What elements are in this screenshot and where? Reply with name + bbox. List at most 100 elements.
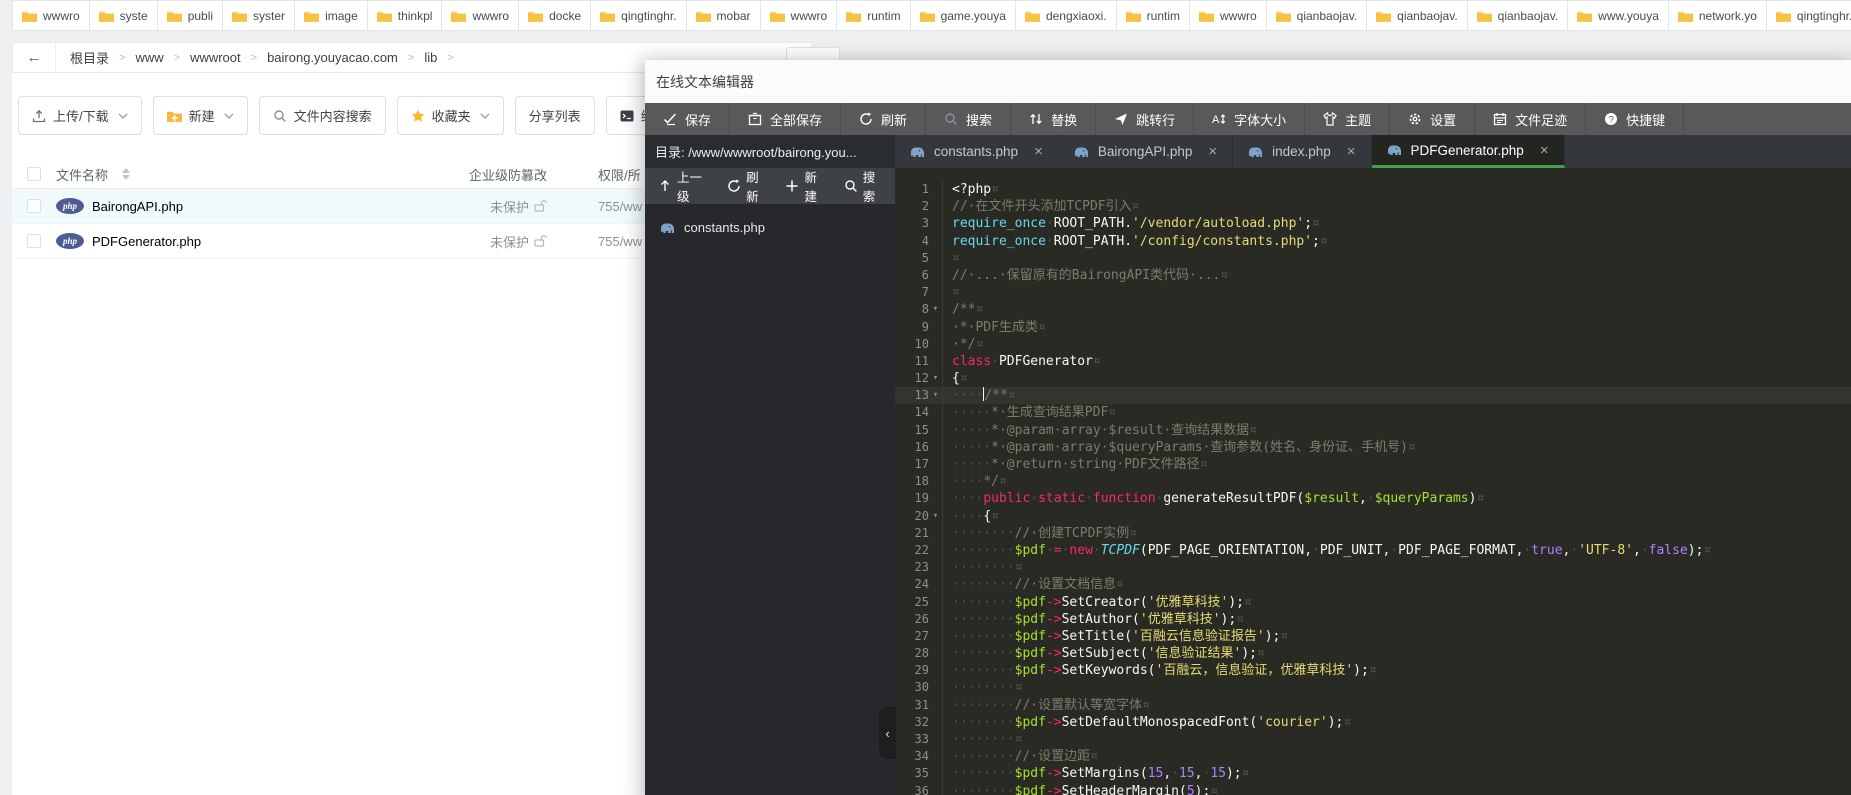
editor-toolbar-保存[interactable]: 保存 bbox=[645, 103, 730, 135]
sidebar-action-搜索[interactable]: 搜索 bbox=[844, 167, 882, 205]
font-size-icon[interactable]: A bbox=[1212, 112, 1226, 126]
code-line[interactable]: 13▾····/**¤ bbox=[895, 387, 1851, 404]
folder-icon[interactable] bbox=[770, 9, 785, 22]
close-tab-icon[interactable]: × bbox=[1208, 143, 1217, 160]
file-name[interactable]: PDFGenerator.php bbox=[92, 234, 201, 249]
code-line[interactable]: 2//·在文件开头添加TCPDF引入¤ bbox=[895, 198, 1851, 215]
code-line[interactable]: 33········¤ bbox=[895, 731, 1851, 748]
tamper-proof-cell[interactable]: 未保护 bbox=[442, 189, 547, 223]
code-line[interactable]: 20▾····{¤ bbox=[895, 508, 1851, 525]
file-history-icon[interactable] bbox=[1493, 112, 1507, 126]
code-line[interactable]: 12▾{¤ bbox=[895, 370, 1851, 387]
php-elephant-icon[interactable] bbox=[910, 146, 925, 158]
search-icon[interactable] bbox=[844, 179, 858, 193]
folder-icon[interactable] bbox=[99, 9, 114, 22]
search-icon[interactable] bbox=[944, 112, 958, 126]
breadcrumb-item[interactable]: 根目录 bbox=[68, 46, 111, 69]
up-icon[interactable] bbox=[658, 179, 672, 193]
unlock-icon[interactable] bbox=[533, 199, 547, 213]
editor-toolbar-字体大小[interactable]: A字体大小 bbox=[1194, 103, 1305, 135]
code-line[interactable]: 25········$pdf->SetCreator('优雅草科技');¤ bbox=[895, 594, 1851, 611]
editor-toolbar-跳转行[interactable]: 跳转行 bbox=[1096, 103, 1194, 135]
folder-icon[interactable] bbox=[304, 9, 319, 22]
sidebar-collapse-handle[interactable]: ‹ bbox=[879, 707, 896, 759]
directory-tab[interactable]: syste bbox=[90, 0, 158, 31]
toolbar-button-分享列表[interactable]: 分享列表 bbox=[515, 96, 595, 135]
code-line[interactable]: 15·····*·@param·array·$result·查询结果数据¤ bbox=[895, 422, 1851, 439]
replace-icon[interactable] bbox=[1029, 112, 1043, 126]
code-line[interactable]: 11class·PDFGenerator¤ bbox=[895, 353, 1851, 370]
folder-icon[interactable] bbox=[920, 9, 935, 22]
folder-icon[interactable] bbox=[1199, 9, 1214, 22]
fold-marker[interactable]: ▾ bbox=[929, 387, 942, 404]
directory-tab[interactable]: qianbaojav. bbox=[1367, 0, 1468, 31]
folder-icon[interactable] bbox=[451, 9, 466, 22]
chevron-down-icon[interactable] bbox=[480, 111, 490, 120]
directory-tab[interactable]: mobar bbox=[687, 0, 761, 31]
breadcrumb-item[interactable]: www bbox=[133, 48, 165, 67]
code-line[interactable]: 34········//·设置边距¤ bbox=[895, 748, 1851, 765]
toolbar-button-收藏夹[interactable]: 收藏夹 bbox=[397, 96, 504, 135]
file-name[interactable]: BairongAPI.php bbox=[92, 199, 183, 214]
editor-toolbar-快捷键[interactable]: ?快捷键 bbox=[1586, 103, 1684, 135]
editor-toolbar-设置[interactable]: 设置 bbox=[1390, 103, 1475, 135]
folder-icon[interactable] bbox=[1776, 9, 1791, 22]
shortcut-icon[interactable]: ? bbox=[1604, 112, 1618, 126]
directory-tab[interactable]: wwwro bbox=[442, 0, 519, 31]
editor-toolbar-替换[interactable]: 替换 bbox=[1011, 103, 1096, 135]
directory-tab[interactable]: wwwro bbox=[1190, 0, 1267, 31]
folder-icon[interactable] bbox=[1025, 9, 1040, 22]
code-line[interactable]: 36········$pdf->SetHeaderMargin(5);¤ bbox=[895, 783, 1851, 795]
code-line[interactable]: 26········$pdf->SetAuthor('优雅草科技');¤ bbox=[895, 611, 1851, 628]
sidebar-action-刷新[interactable]: 刷新 bbox=[727, 167, 765, 205]
folder-icon[interactable] bbox=[232, 9, 247, 22]
plus-icon[interactable] bbox=[785, 179, 799, 193]
php-elephant-icon[interactable] bbox=[1387, 144, 1402, 156]
toolbar-button-文件内容搜索[interactable]: 文件内容搜索 bbox=[259, 96, 386, 135]
code-line[interactable]: 23········¤ bbox=[895, 559, 1851, 576]
chevron-down-icon[interactable] bbox=[224, 111, 234, 120]
fold-marker[interactable]: ▾ bbox=[929, 301, 942, 318]
sort-icon[interactable] bbox=[122, 168, 130, 180]
code-line[interactable]: 32········$pdf->SetDefaultMonospacedFont… bbox=[895, 714, 1851, 731]
row-checkbox[interactable] bbox=[27, 234, 41, 248]
editor-tab-PDFGenerator.php[interactable]: PDFGenerator.php× bbox=[1372, 135, 1565, 168]
folder-icon[interactable] bbox=[377, 9, 392, 22]
new-folder-icon[interactable] bbox=[167, 109, 182, 122]
code-line[interactable]: 35········$pdf->SetMargins(15,·15,·15);¤ bbox=[895, 765, 1851, 782]
code-line[interactable]: 7¤ bbox=[895, 284, 1851, 301]
code-line[interactable]: 31········//·设置默认等宽字体¤ bbox=[895, 697, 1851, 714]
code-line[interactable]: 28········$pdf->SetSubject('信息验证结果');¤ bbox=[895, 645, 1851, 662]
code-line[interactable]: 21········//·创建TCPDF实例¤ bbox=[895, 525, 1851, 542]
code-line[interactable]: 9·*·PDF生成类¤ bbox=[895, 319, 1851, 336]
tamper-proof-cell[interactable]: 未保护 bbox=[442, 224, 547, 258]
goto-line-icon[interactable] bbox=[1114, 112, 1128, 126]
refresh-icon[interactable] bbox=[859, 112, 873, 126]
editor-tab-index.php[interactable]: index.php× bbox=[1233, 135, 1371, 168]
sidebar-action-上一级[interactable]: 上一级 bbox=[658, 167, 707, 205]
code-line[interactable]: 19····public·static·function·generateRes… bbox=[895, 490, 1851, 507]
editor-toolbar-主题[interactable]: 主题 bbox=[1305, 103, 1390, 135]
php-elephant-icon[interactable] bbox=[1248, 146, 1263, 158]
toolbar-button-上传/下载[interactable]: 上传/下载 bbox=[18, 96, 142, 135]
directory-tab[interactable]: syster bbox=[223, 0, 295, 31]
code-line[interactable]: 1<?php¤ bbox=[895, 181, 1851, 198]
editor-toolbar-刷新[interactable]: 刷新 bbox=[841, 103, 926, 135]
star-icon[interactable] bbox=[411, 109, 425, 123]
refresh-icon[interactable] bbox=[727, 179, 741, 193]
toolbar-button-新建[interactable]: 新建 bbox=[153, 96, 248, 135]
close-tab-icon[interactable]: × bbox=[1540, 142, 1549, 159]
code-line[interactable]: 24········//·设置文档信息¤ bbox=[895, 576, 1851, 593]
folder-icon[interactable] bbox=[846, 9, 861, 22]
directory-tab[interactable]: game.youya bbox=[911, 0, 1016, 31]
code-line[interactable]: 10·*/¤ bbox=[895, 336, 1851, 353]
close-tab-icon[interactable]: × bbox=[1347, 143, 1356, 160]
close-tab-icon[interactable]: × bbox=[1034, 143, 1043, 160]
php-elephant-icon[interactable] bbox=[1074, 146, 1089, 158]
sidebar-action-新建[interactable]: 新建 bbox=[785, 167, 823, 205]
code-line[interactable]: 22········$pdf·=·new·TCPDF(PDF_PAGE_ORIE… bbox=[895, 542, 1851, 559]
code-area[interactable]: 1<?php¤2//·在文件开头添加TCPDF引入¤3require_once·… bbox=[895, 168, 1851, 795]
directory-tab[interactable]: qianbaojav. bbox=[1267, 0, 1368, 31]
directory-tab[interactable]: runtim bbox=[837, 0, 910, 31]
code-line[interactable]: 8▾/**¤ bbox=[895, 301, 1851, 318]
